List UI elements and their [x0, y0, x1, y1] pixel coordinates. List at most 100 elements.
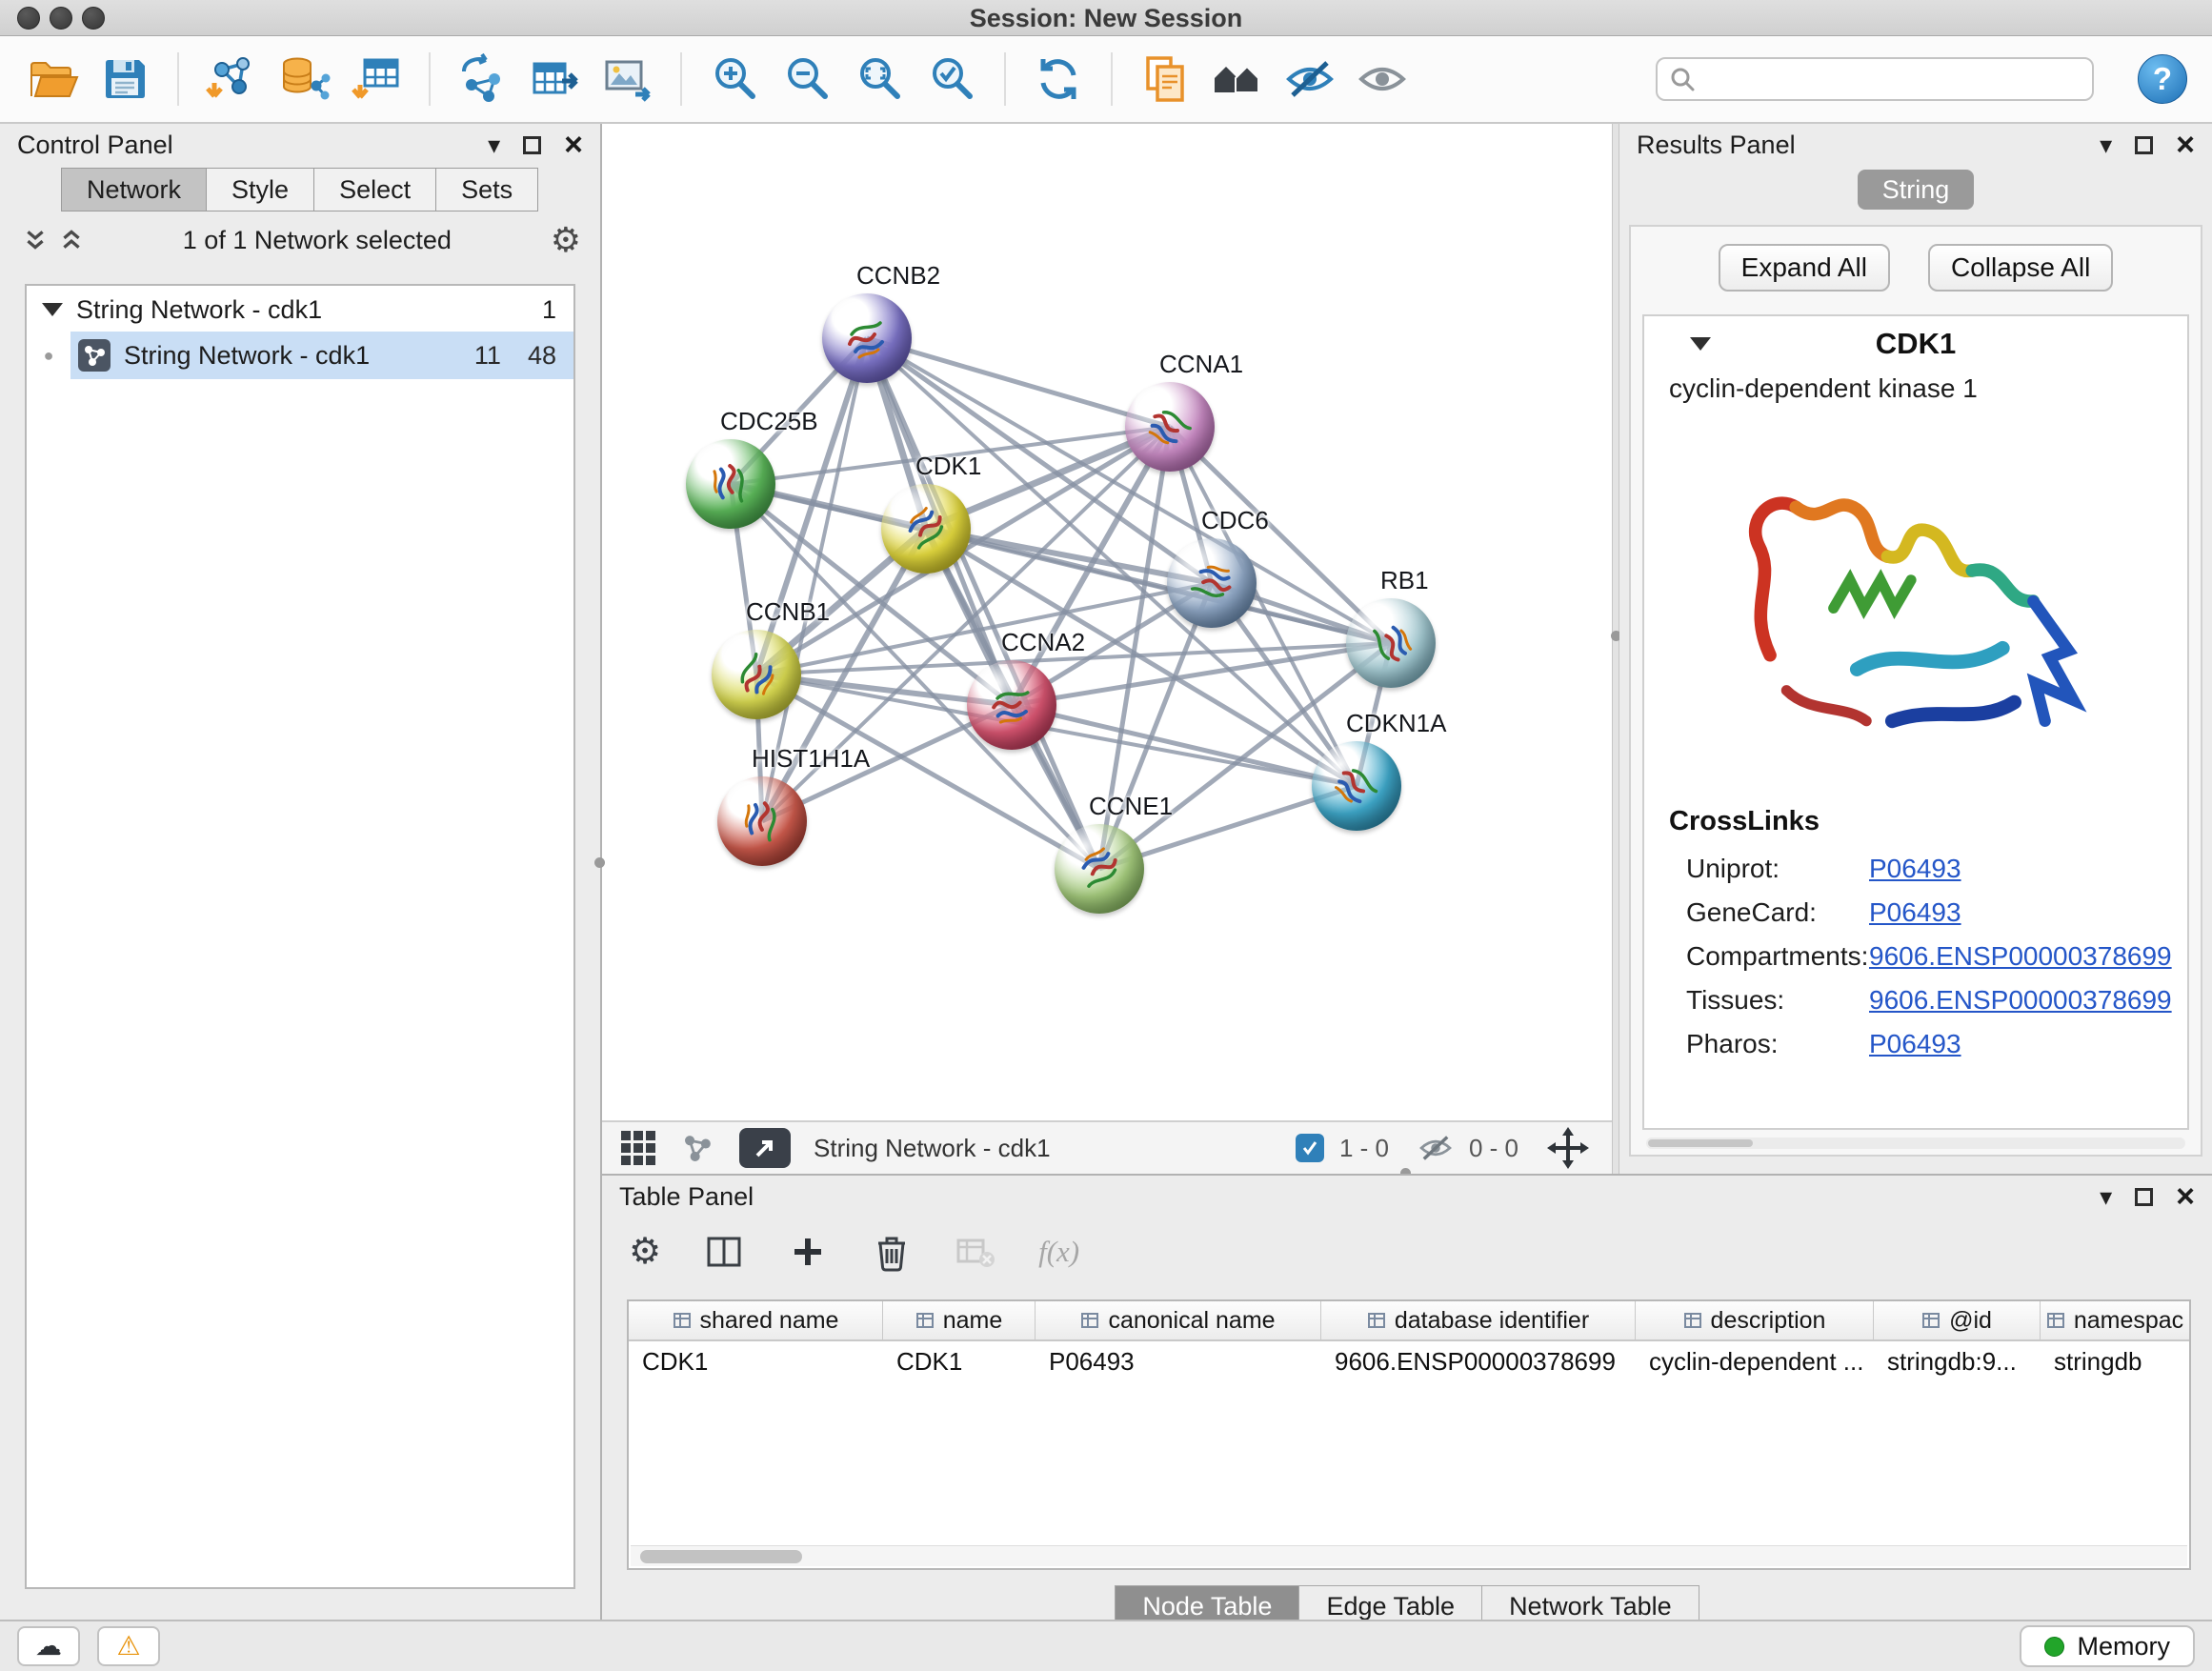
float-panel-icon[interactable]	[2135, 1188, 2153, 1206]
column-header[interactable]: database identifier	[1321, 1301, 1636, 1339]
zoom-out-icon[interactable]	[779, 51, 835, 107]
network-node-ccnb1[interactable]: CCNB1	[712, 630, 801, 719]
zoom-selected-icon[interactable]	[924, 51, 979, 107]
table-cell[interactable]: P06493	[1036, 1341, 1321, 1381]
float-panel-icon[interactable]	[2135, 136, 2153, 154]
cloud-status-button[interactable]: ☁	[17, 1626, 80, 1666]
network-node-label: CCNE1	[1089, 792, 1173, 821]
tab-select[interactable]: Select	[314, 168, 436, 211]
column-header[interactable]: @id	[1874, 1301, 2041, 1339]
vertical-splitter[interactable]	[1612, 124, 1619, 1174]
column-header[interactable]: description	[1636, 1301, 1874, 1339]
table-options-gear-icon[interactable]: ⚙	[629, 1234, 661, 1270]
open-session-icon[interactable]	[25, 51, 80, 107]
results-horizontal-scrollbar[interactable]	[1646, 1137, 2185, 1149]
zoom-fit-icon[interactable]	[852, 51, 907, 107]
network-node-label: CCNB2	[856, 261, 940, 291]
copy-document-icon[interactable]	[1137, 51, 1193, 107]
network-node-cdc25b[interactable]: CDC25B	[686, 439, 775, 529]
collapse-all-button[interactable]: Collapse All	[1928, 244, 2113, 292]
crosslink-link[interactable]: 9606.ENSP00000378699	[1869, 985, 2172, 1016]
tab-style[interactable]: Style	[207, 168, 314, 211]
table-toolbar: ⚙ f(x)	[602, 1218, 2212, 1286]
export-table-icon[interactable]	[528, 51, 583, 107]
clone-network-icon[interactable]	[455, 51, 511, 107]
protein-ribbon-icon	[1359, 612, 1421, 674]
collapse-all-icon[interactable]	[23, 228, 48, 252]
close-panel-icon[interactable]: ×	[2176, 129, 2195, 161]
table-cell[interactable]: cyclin-dependent ...	[1636, 1341, 1874, 1381]
import-table-icon[interactable]	[349, 51, 404, 107]
column-header[interactable]: namespac	[2041, 1301, 2189, 1339]
splitter-handle[interactable]	[594, 857, 605, 868]
network-collection-row[interactable]: String Network - cdk1 1	[27, 286, 573, 332]
open-in-window-button[interactable]	[739, 1128, 791, 1168]
collapse-panel-icon[interactable]: ▾	[2100, 1184, 2112, 1209]
collapse-panel-icon[interactable]: ▾	[488, 132, 500, 157]
table-cell[interactable]: stringdb:9...	[1874, 1341, 2041, 1381]
column-header[interactable]: shared name	[629, 1301, 883, 1339]
network-node-hist1h1a[interactable]: HIST1H1A	[717, 776, 807, 866]
network-node-cdkn1a[interactable]: CDKN1A	[1312, 741, 1401, 831]
network-options-gear-icon[interactable]: ⚙	[551, 223, 581, 257]
title-bar: Session: New Session	[0, 0, 2212, 36]
birds-eye-crosshair-icon[interactable]	[1547, 1127, 1589, 1169]
crosslink-link[interactable]: P06493	[1869, 1029, 1961, 1059]
save-session-icon[interactable]	[97, 51, 152, 107]
tab-sets[interactable]: Sets	[436, 168, 538, 211]
close-panel-icon[interactable]: ×	[2176, 1180, 2195, 1213]
table-horizontal-scrollbar[interactable]	[631, 1545, 2187, 1566]
network-node-cdc6[interactable]: CDC6	[1167, 538, 1257, 628]
network-node-cdk1[interactable]: CDK1	[881, 484, 971, 574]
crosslink-link[interactable]: P06493	[1869, 897, 1961, 928]
network-row-selected[interactable]: ● String Network - cdk1 11 48	[27, 332, 573, 379]
network-canvas[interactable]: CCNB2 CCNA1 CDC25B CDK1 CDC6 RB1 CCNB1 CCNA2 CDK…	[602, 124, 1612, 1120]
disclosure-triangle-icon[interactable]	[1690, 337, 1711, 351]
memory-button[interactable]: Memory	[2020, 1625, 2195, 1667]
tab-network[interactable]: Network	[61, 168, 207, 211]
help-button[interactable]: ?	[2138, 54, 2187, 104]
search-box[interactable]	[1656, 57, 2094, 101]
show-all-eye-icon[interactable]	[1355, 51, 1410, 107]
table-cell[interactable]: CDK1	[883, 1341, 1036, 1381]
search-input[interactable]	[1705, 65, 2081, 94]
export-image-icon[interactable]	[600, 51, 655, 107]
houses-icon[interactable]	[1210, 51, 1265, 107]
refresh-icon[interactable]	[1031, 51, 1086, 107]
import-network-database-icon[interactable]	[276, 51, 332, 107]
table-cell[interactable]: CDK1	[629, 1341, 883, 1381]
column-header[interactable]: name	[883, 1301, 1036, 1339]
close-panel-icon[interactable]: ×	[564, 129, 583, 161]
network-edge[interactable]	[867, 338, 1170, 427]
collapse-panel-icon[interactable]: ▾	[2100, 132, 2112, 157]
zoom-in-icon[interactable]	[707, 51, 762, 107]
table-row[interactable]: CDK1 CDK1 P06493 9606.ENSP00000378699 cy…	[629, 1341, 2189, 1381]
column-header[interactable]: canonical name	[1036, 1301, 1321, 1339]
crosslink-link[interactable]: 9606.ENSP00000378699	[1869, 941, 2172, 972]
disclosure-triangle-icon[interactable]	[42, 303, 63, 316]
table-cell[interactable]: stringdb	[2041, 1341, 2189, 1381]
grid-view-icon[interactable]	[619, 1129, 657, 1167]
network-node-ccna2[interactable]: CCNA2	[967, 660, 1056, 750]
delete-column-trash-icon[interactable]	[871, 1231, 913, 1273]
show-columns-icon[interactable]	[703, 1231, 745, 1273]
table-cell[interactable]: 9606.ENSP00000378699	[1321, 1341, 1636, 1381]
expand-all-icon[interactable]	[59, 228, 84, 252]
expand-all-button[interactable]: Expand All	[1719, 244, 1890, 292]
selected-checkbox-icon[interactable]	[1296, 1134, 1324, 1162]
network-node-ccnb2[interactable]: CCNB2	[822, 293, 912, 383]
add-column-icon[interactable]	[787, 1231, 829, 1273]
network-node-rb1[interactable]: RB1	[1346, 598, 1436, 688]
import-network-file-icon[interactable]	[204, 51, 259, 107]
protein-header[interactable]: CDK1	[1644, 316, 2187, 372]
network-node-ccne1[interactable]: CCNE1	[1055, 824, 1144, 914]
hidden-eye-slash-icon[interactable]	[1418, 1130, 1454, 1166]
share-network-icon[interactable]	[680, 1130, 716, 1166]
tab-string[interactable]: String	[1858, 170, 1974, 210]
float-panel-icon[interactable]	[523, 136, 541, 154]
hide-selected-eye-slash-icon[interactable]	[1282, 51, 1337, 107]
network-node-ccna1[interactable]: CCNA1	[1125, 382, 1215, 472]
crosslink-link[interactable]: P06493	[1869, 854, 1961, 884]
warnings-button[interactable]: ⚠	[97, 1626, 160, 1666]
results-panel-header: Results Panel ▾ ×	[1619, 124, 2212, 166]
